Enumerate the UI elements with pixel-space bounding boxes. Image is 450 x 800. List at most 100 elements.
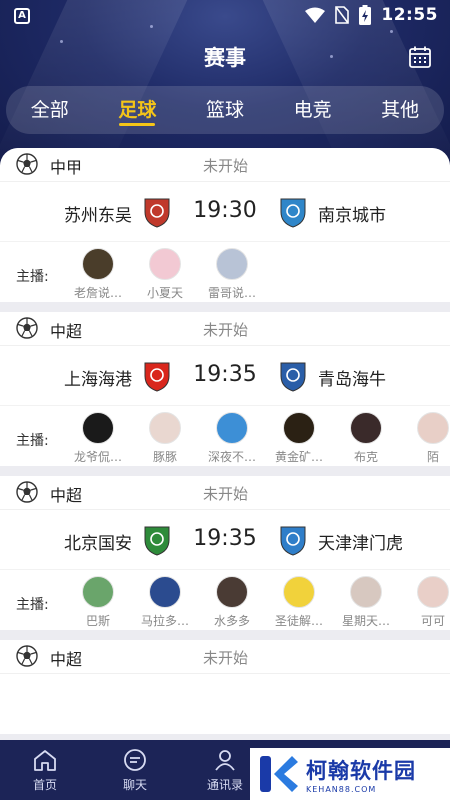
hosts-row: 主播: 龙爷侃… 豚豚 深夜不… 黄金矿… 布克 陌	[0, 406, 450, 466]
page-title: 赛事	[204, 46, 246, 70]
football-icon	[16, 317, 38, 339]
host-name: 雷哥说…	[207, 286, 256, 300]
host-item[interactable]: 老詹说…	[63, 248, 133, 301]
chat-icon	[124, 749, 146, 771]
nav-chat[interactable]: 聊天	[90, 740, 180, 800]
match-card-header: 中超 未开始	[0, 640, 450, 674]
match-state: 未开始	[203, 485, 249, 503]
calendar-icon[interactable]	[408, 45, 432, 69]
host-avatar	[82, 412, 114, 444]
no-sim-icon	[335, 6, 350, 24]
nav-home-label: 首页	[32, 778, 57, 792]
home-icon	[34, 750, 56, 771]
hosts-label: 主播:	[16, 269, 49, 285]
match-state: 未开始	[203, 321, 249, 339]
host-name: 可可	[420, 614, 445, 628]
status-bar: A 12:55	[0, 0, 450, 32]
host-avatar	[417, 412, 449, 444]
host-item[interactable]: 圣徒解…	[264, 576, 334, 629]
hosts-label: 主播:	[16, 433, 49, 449]
host-name: 龙爷侃…	[73, 450, 122, 464]
host-item[interactable]: 水多多	[197, 576, 267, 629]
host-name: 星期天…	[341, 614, 390, 628]
watermark: 柯翰软件园 KEHAN88.COM	[250, 748, 450, 800]
away-team-crest-icon	[280, 526, 306, 556]
sport-tabs: 全部 足球 篮球 电竞 其他	[6, 86, 444, 134]
host-item[interactable]: 布克	[331, 412, 401, 465]
app-notification-icon: A	[14, 8, 30, 24]
nav-home[interactable]: 首页	[0, 740, 90, 800]
host-name: 水多多	[213, 614, 250, 628]
host-avatar	[216, 576, 248, 608]
host-avatar	[82, 576, 114, 608]
host-avatar	[149, 576, 181, 608]
nav-chat-label: 聊天	[122, 778, 147, 792]
host-name: 老詹说…	[73, 286, 122, 300]
match-card[interactable]: 中甲 未开始苏州东吴 19:30 南京城市主播: 老詹说… 小夏天 雷哥说…	[0, 148, 450, 302]
league-name: 中超	[50, 322, 83, 341]
watermark-title: 柯翰软件园	[306, 758, 416, 783]
match-state: 未开始	[203, 649, 249, 667]
host-avatar	[283, 576, 315, 608]
football-icon	[16, 153, 38, 175]
host-item[interactable]: 龙爷侃…	[63, 412, 133, 465]
contacts-icon	[215, 750, 235, 771]
host-name: 马拉多…	[140, 614, 189, 628]
battery-charging-icon	[359, 5, 372, 25]
host-avatar	[216, 412, 248, 444]
football-icon	[16, 645, 38, 667]
match-row[interactable]: 北京国安 19:35 天津津门虎	[0, 510, 450, 570]
kehan-logo-icon	[260, 756, 298, 792]
match-card[interactable]: 中超 未开始北京国安 19:35 天津津门虎主播: 巴斯 马拉多… 水多多 圣徒解… 星期天… 可…	[0, 476, 450, 630]
host-item[interactable]: 深夜不…	[197, 412, 267, 465]
host-item[interactable]: 黄金矿…	[264, 412, 334, 465]
hosts-row: 主播: 巴斯 马拉多… 水多多 圣徒解… 星期天… 可可	[0, 570, 450, 630]
host-avatar	[350, 576, 382, 608]
watermark-subtitle: KEHAN88.COM	[306, 784, 377, 794]
away-team: 天津津门虎	[318, 534, 403, 554]
hosts-label: 主播:	[16, 597, 49, 613]
match-card[interactable]: 中超 未开始	[0, 640, 450, 734]
host-item[interactable]: 小夏天	[130, 248, 200, 301]
tab-football[interactable]: 足球	[112, 86, 162, 134]
match-card-header: 中超 未开始	[0, 476, 450, 510]
host-item[interactable]: 雷哥说…	[197, 248, 267, 301]
host-item[interactable]: 巴斯	[63, 576, 133, 629]
tab-all[interactable]: 全部	[25, 86, 75, 134]
tab-esports[interactable]: 电竞	[288, 86, 338, 134]
league-name: 中超	[50, 650, 83, 669]
host-name: 布克	[353, 450, 378, 464]
host-item[interactable]: 马拉多…	[130, 576, 200, 629]
host-avatar	[82, 248, 114, 280]
match-state: 未开始	[203, 157, 249, 175]
away-team: 青岛海牛	[318, 370, 386, 390]
tab-other[interactable]: 其他	[375, 86, 425, 134]
host-avatar	[149, 248, 181, 280]
hosts-row: 主播: 老詹说… 小夏天 雷哥说…	[0, 242, 450, 302]
match-card[interactable]: 中超 未开始上海海港 19:35 青岛海牛主播: 龙爷侃… 豚豚 深夜不… 黄金矿… 布克 陌	[0, 312, 450, 466]
league-name: 中超	[50, 486, 83, 505]
nav-contacts-label: 通讯录	[206, 778, 243, 792]
away-team: 南京城市	[318, 206, 386, 226]
football-icon	[16, 481, 38, 503]
league-name: 中甲	[50, 158, 83, 177]
host-name: 豚豚	[152, 450, 177, 464]
host-avatar	[149, 412, 181, 444]
host-item[interactable]: 星期天…	[331, 576, 401, 629]
host-name: 陌	[426, 450, 439, 464]
match-row[interactable]: 苏州东吴 19:30 南京城市	[0, 182, 450, 242]
match-list[interactable]: 中甲 未开始 苏州东吴 19:30 南京城市 主播: 老詹说… 小夏天 雷哥说… 中超 未开始 上海海…	[0, 148, 450, 740]
host-avatar	[283, 412, 315, 444]
match-card-header: 中甲 未开始	[0, 148, 450, 182]
host-avatar	[350, 412, 382, 444]
host-item[interactable]: 陌	[398, 412, 450, 465]
away-team-crest-icon	[280, 362, 306, 392]
host-item[interactable]: 豚豚	[130, 412, 200, 465]
host-name: 巴斯	[85, 614, 110, 628]
tab-basketball[interactable]: 篮球	[200, 86, 250, 134]
away-team-crest-icon	[280, 198, 306, 228]
host-avatar	[216, 248, 248, 280]
match-card-header: 中超 未开始	[0, 312, 450, 346]
host-item[interactable]: 可可	[398, 576, 450, 629]
match-row[interactable]: 上海海港 19:35 青岛海牛	[0, 346, 450, 406]
